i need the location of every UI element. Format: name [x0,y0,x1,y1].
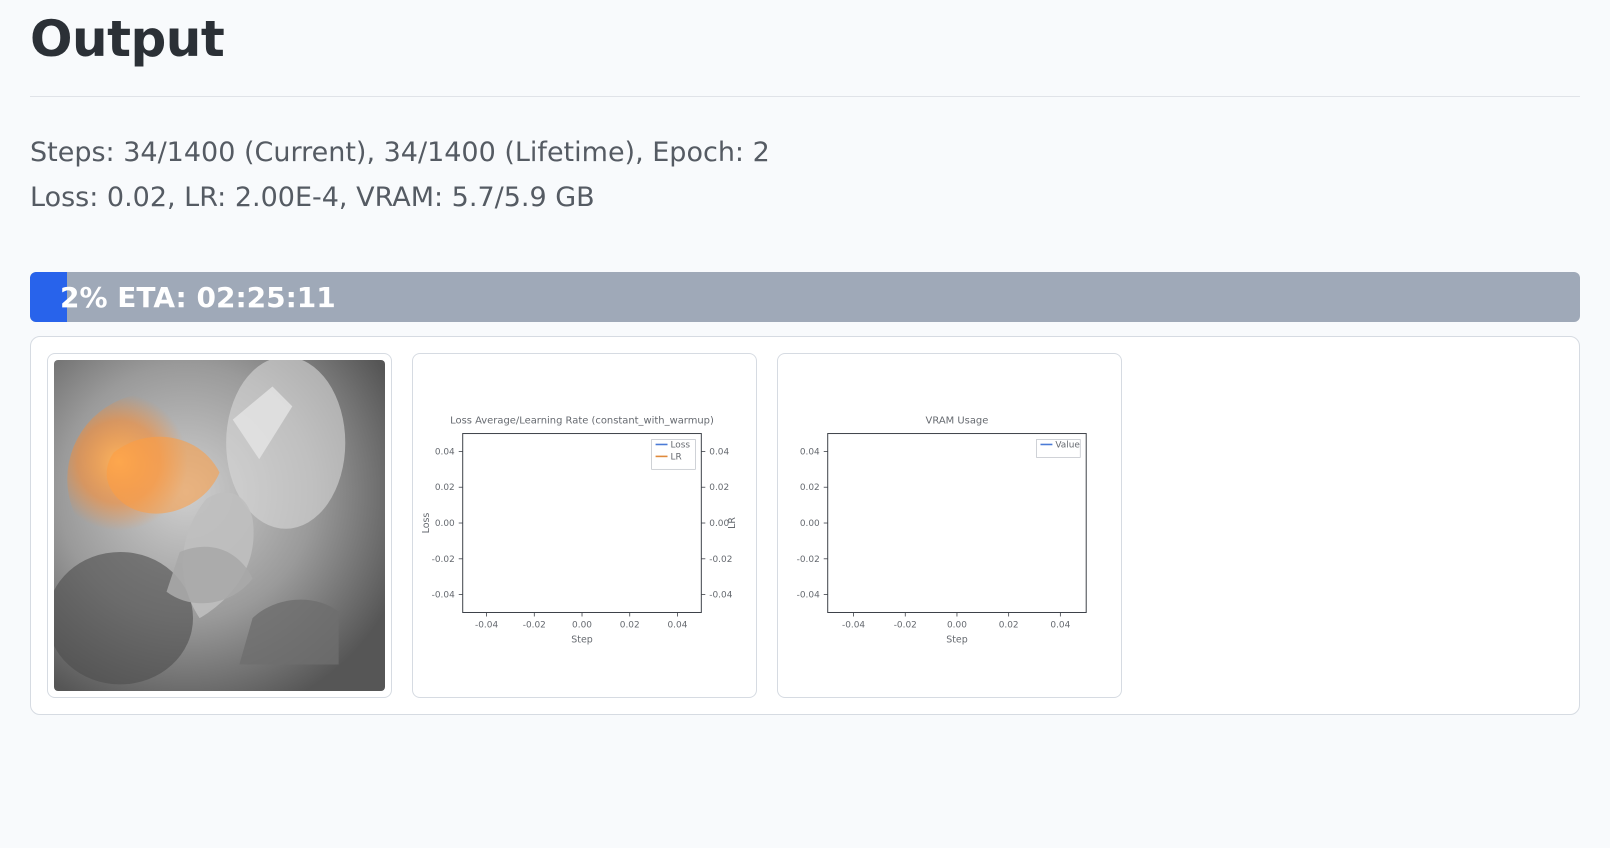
progress-bar: 2% ETA: 02:25:11 [30,272,1580,322]
svg-text:LR: LR [670,452,681,462]
svg-text:-0.04: -0.04 [709,591,732,601]
svg-text:-0.04: -0.04 [432,591,455,601]
svg-text:VRAM Usage: VRAM Usage [926,416,989,427]
svg-text:-0.02: -0.02 [709,555,732,565]
svg-text:Loss Average/Learning Rate (co: Loss Average/Learning Rate (constant_wit… [450,416,714,427]
svg-text:0.00: 0.00 [800,519,820,529]
svg-text:Step: Step [571,634,593,645]
vram-chart: VRAM Usage -0.04 -0.02 0.00 0.02 0.04 -0.04 -0.… [778,354,1121,697]
progress-label: 2% ETA: 02:25:11 [60,272,336,322]
output-gallery[interactable]: Loss Average/Learning Rate (constant_wit… [30,336,1580,715]
svg-text:-0.04: -0.04 [475,620,498,630]
svg-text:0.00: 0.00 [435,519,455,529]
status-line-loss: Loss: 0.02, LR: 2.00E-4, VRAM: 5.7/5.9 G… [30,176,1580,221]
svg-text:0.02: 0.02 [435,483,455,493]
svg-text:-0.04: -0.04 [797,591,820,601]
svg-text:0.04: 0.04 [709,448,729,458]
svg-text:-0.04: -0.04 [842,620,865,630]
svg-text:Value: Value [1055,441,1080,451]
divider [30,96,1580,97]
svg-text:Loss: Loss [421,513,432,534]
svg-text:0.02: 0.02 [800,483,820,493]
loss-lr-chart: Loss Average/Learning Rate (constant_wit… [413,354,756,697]
svg-text:0.04: 0.04 [1050,620,1070,630]
output-panel: Output Steps: 34/1400 (Current), 34/1400… [0,0,1610,715]
sample-image [54,360,385,691]
svg-text:0.04: 0.04 [800,448,820,458]
svg-text:0.02: 0.02 [620,620,640,630]
loss-lr-chart-card[interactable]: Loss Average/Learning Rate (constant_wit… [412,353,757,698]
sample-image-card[interactable] [47,353,392,698]
svg-text:0.04: 0.04 [435,448,455,458]
svg-text:-0.02: -0.02 [523,620,546,630]
svg-text:LR: LR [727,517,738,529]
svg-text:Step: Step [946,634,968,645]
svg-text:0.02: 0.02 [709,483,729,493]
vram-chart-card[interactable]: VRAM Usage -0.04 -0.02 0.00 0.02 0.04 -0.04 -0.… [777,353,1122,698]
svg-text:-0.02: -0.02 [797,555,820,565]
svg-text:-0.02: -0.02 [432,555,455,565]
svg-text:0.04: 0.04 [668,620,688,630]
status-line-steps: Steps: 34/1400 (Current), 34/1400 (Lifet… [30,131,1580,176]
svg-text:Loss: Loss [670,441,690,451]
svg-text:0.02: 0.02 [999,620,1019,630]
page-title: Output [30,10,1580,68]
svg-text:-0.02: -0.02 [894,620,917,630]
svg-text:0.00: 0.00 [572,620,592,630]
svg-text:0.00: 0.00 [947,620,967,630]
training-status: Steps: 34/1400 (Current), 34/1400 (Lifet… [30,131,1580,220]
